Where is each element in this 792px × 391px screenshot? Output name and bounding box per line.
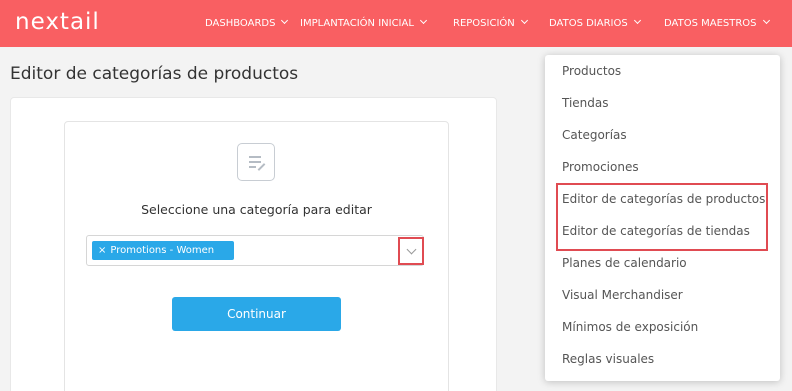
page-title: Editor de categorías de productos xyxy=(10,64,299,84)
nav-reposicion[interactable]: REPOSICIÓN xyxy=(453,0,528,47)
continue-button[interactable]: Continuar xyxy=(172,297,341,331)
nav-datos-maestros-label: DATOS MAESTROS xyxy=(664,18,757,29)
chevron-down-icon xyxy=(762,16,770,25)
menu-item-planes-calendario[interactable]: Planes de calendario xyxy=(562,256,687,270)
nav-implantacion-inicial[interactable]: IMPLANTACIÓN INICIAL xyxy=(300,0,427,47)
selected-category-tag: × Promotions - Women xyxy=(92,241,234,260)
menu-item-categorias[interactable]: Categorías xyxy=(562,128,627,142)
menu-item-tiendas[interactable]: Tiendas xyxy=(562,96,609,110)
chevron-down-icon xyxy=(633,16,641,25)
menu-item-minimos-exposicion[interactable]: Mínimos de exposición xyxy=(562,320,698,334)
nextail-logo[interactable]: nextail xyxy=(15,9,100,35)
chevron-down-icon xyxy=(281,16,289,25)
menu-item-editor-categorias-productos[interactable]: Editor de categorías de productos xyxy=(562,192,765,206)
chevron-down-icon xyxy=(520,16,528,25)
category-dropdown-toggle[interactable] xyxy=(398,237,424,265)
selected-category-label: Promotions - Women xyxy=(110,245,215,256)
nav-datos-diarios[interactable]: DATOS DIARIOS xyxy=(549,0,641,47)
chevron-down-icon xyxy=(406,244,417,255)
nav-implantacion-inicial-label: IMPLANTACIÓN INICIAL xyxy=(300,18,414,29)
nav-datos-diarios-label: DATOS DIARIOS xyxy=(549,18,628,29)
menu-item-productos[interactable]: Productos xyxy=(562,64,621,78)
remove-tag-icon[interactable]: × xyxy=(98,245,106,256)
menu-item-visual-merchandiser[interactable]: Visual Merchandiser xyxy=(562,288,683,302)
chevron-down-icon xyxy=(419,16,427,25)
nav-dashboards[interactable]: DASHBOARDS xyxy=(205,0,289,47)
top-navigation-bar: nextail DASHBOARDS IMPLANTACIÓN INICIAL … xyxy=(0,0,792,47)
menu-item-promociones[interactable]: Promociones xyxy=(562,160,639,174)
nav-reposicion-label: REPOSICIÓN xyxy=(453,18,515,29)
nav-dashboards-label: DASHBOARDS xyxy=(205,18,276,29)
nav-datos-maestros[interactable]: DATOS MAESTROS xyxy=(664,0,770,47)
menu-item-reglas-visuales[interactable]: Reglas visuales xyxy=(562,352,654,366)
menu-item-editor-categorias-tiendas[interactable]: Editor de categorías de tiendas xyxy=(562,224,750,238)
document-edit-icon xyxy=(237,143,275,181)
select-category-prompt: Seleccione una categoría para editar xyxy=(141,202,372,217)
